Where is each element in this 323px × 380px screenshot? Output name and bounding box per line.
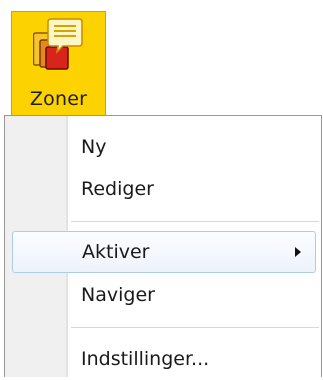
zones-dropdown-menu: Ny Rediger Aktiver Naviger Indstillinger… xyxy=(4,115,322,377)
menu-item-label: Rediger xyxy=(81,178,154,200)
menu-item-label: Ny xyxy=(81,136,107,158)
zoner-ribbon-button[interactable]: Zoner xyxy=(11,11,106,116)
menu-item-rediger[interactable]: Rediger xyxy=(5,168,319,210)
menu-item-label: Naviger xyxy=(81,284,155,306)
submenu-arrow-icon xyxy=(295,247,301,257)
zones-icon xyxy=(32,18,83,72)
menu-separator xyxy=(71,221,319,223)
menu-item-ny[interactable]: Ny xyxy=(5,126,319,168)
menu-item-label: Aktiver xyxy=(82,241,150,263)
menu-item-label: Indstillinger... xyxy=(81,348,210,370)
menu-separator xyxy=(71,327,319,329)
menu-item-aktiver[interactable]: Aktiver xyxy=(12,231,316,273)
menu-item-naviger[interactable]: Naviger xyxy=(5,274,319,316)
menu-item-indstillinger[interactable]: Indstillinger... xyxy=(5,338,319,380)
zoner-button-label: Zoner xyxy=(29,88,88,110)
